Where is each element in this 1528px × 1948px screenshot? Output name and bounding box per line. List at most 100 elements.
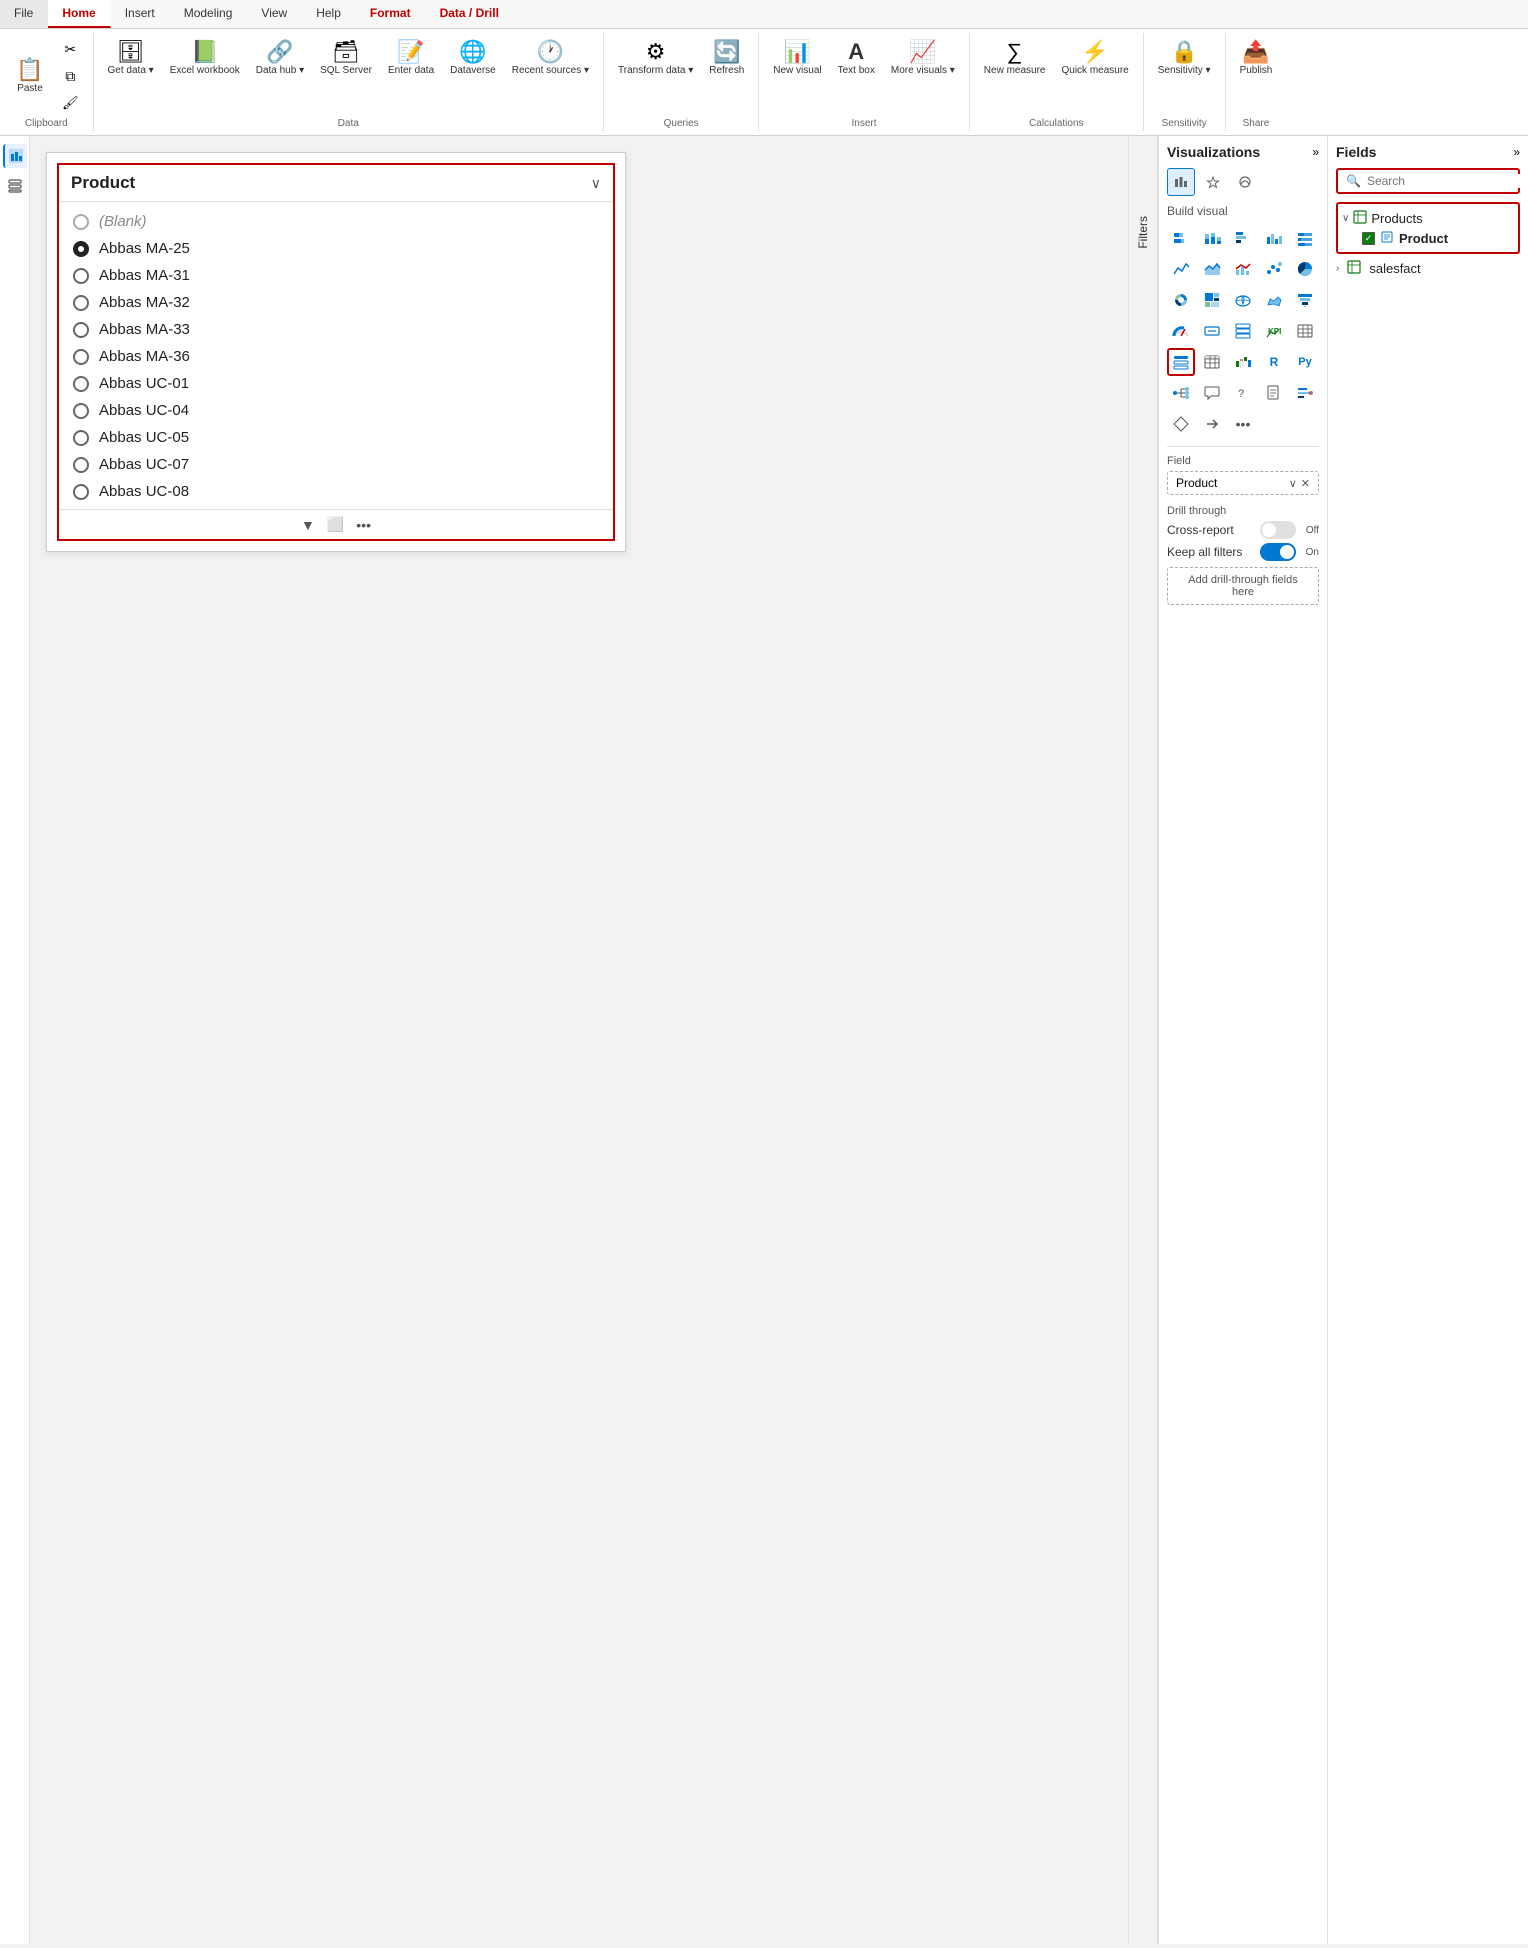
sidebar-item-data[interactable] (3, 174, 27, 198)
refresh-button[interactable]: 🔄 Refresh (703, 37, 750, 80)
slicer-title: Product (71, 173, 135, 193)
list-item[interactable]: Abbas UC-01 (59, 370, 613, 397)
copy-button[interactable]: ⧉ (56, 64, 85, 89)
tab-view[interactable]: View (247, 0, 302, 28)
list-item[interactable]: Abbas MA-33 (59, 316, 613, 343)
list-item[interactable]: Abbas UC-08 (59, 478, 613, 505)
viz-r-visual[interactable]: R (1260, 348, 1288, 376)
viz-bar-race[interactable] (1291, 379, 1319, 407)
viz-funnel[interactable] (1291, 286, 1319, 314)
list-item[interactable]: (Blank) (59, 208, 613, 235)
list-item[interactable]: Abbas MA-36 (59, 343, 613, 370)
sidebar-item-report[interactable] (3, 144, 27, 168)
viz-qa[interactable]: ? (1229, 379, 1257, 407)
field-chevron-icon[interactable]: ∨ (1289, 477, 1297, 490)
viz-treemap[interactable] (1198, 286, 1226, 314)
viz-card[interactable] (1198, 317, 1226, 345)
fields-item-product[interactable]: ✓ Product (1362, 229, 1514, 248)
viz-speech-bubble[interactable] (1198, 379, 1226, 407)
viz-kpi[interactable]: KPI (1260, 317, 1288, 345)
viz-tab-build[interactable] (1167, 168, 1195, 196)
list-item[interactable]: Abbas UC-04 (59, 397, 613, 424)
more-visuals-icon: 📈 (909, 41, 936, 63)
slicer-more-icon[interactable]: ••• (356, 517, 371, 533)
viz-donut[interactable] (1167, 286, 1195, 314)
paste-button[interactable]: 📋 Paste (8, 55, 52, 98)
get-data-button[interactable]: 🗄 Get data ▾ (102, 37, 160, 80)
text-box-button[interactable]: A Text box (832, 37, 881, 80)
viz-slicer[interactable] (1167, 348, 1195, 376)
keep-filters-toggle[interactable] (1260, 543, 1296, 561)
tab-home[interactable]: Home (48, 0, 110, 28)
field-clear-icon[interactable]: ✕ (1301, 477, 1310, 490)
viz-tab-format[interactable] (1199, 168, 1227, 196)
viz-area[interactable] (1198, 255, 1226, 283)
data-hub-button[interactable]: 🔗 Data hub ▾ (250, 37, 310, 80)
sql-server-button[interactable]: 🗃 SQL Server (314, 37, 378, 80)
list-item[interactable]: Abbas UC-07 (59, 451, 613, 478)
new-visual-button[interactable]: 📊 New visual (767, 37, 827, 80)
list-item[interactable]: Abbas MA-25 (59, 235, 613, 262)
viz-waterfall[interactable] (1229, 348, 1257, 376)
viz-cluster-col[interactable] (1260, 224, 1288, 252)
recent-sources-button[interactable]: 🕐 Recent sources ▾ (506, 37, 595, 80)
fields-group-products-header[interactable]: ∨ Products (1342, 208, 1514, 229)
publish-button[interactable]: 📤 Publish (1234, 37, 1279, 80)
tab-help[interactable]: Help (302, 0, 356, 28)
tab-format[interactable]: Format (356, 0, 426, 28)
tab-modeling[interactable]: Modeling (170, 0, 248, 28)
viz-tab-analytics[interactable] (1231, 168, 1259, 196)
viz-line-cluster[interactable] (1229, 255, 1257, 283)
products-expand-arrow: ∨ (1342, 213, 1349, 224)
viz-decomp-tree[interactable] (1167, 379, 1195, 407)
tab-file[interactable]: File (0, 0, 48, 28)
filters-label[interactable]: Filters (1136, 216, 1150, 249)
viz-table[interactable] (1291, 317, 1319, 345)
list-item[interactable]: Abbas UC-05 (59, 424, 613, 451)
viz-more[interactable]: ••• (1229, 410, 1257, 438)
list-item[interactable]: Abbas MA-31 (59, 262, 613, 289)
fields-search-box[interactable]: 🔍 (1336, 168, 1520, 194)
viz-py-visual[interactable]: Py (1291, 348, 1319, 376)
enter-data-button[interactable]: 📝 Enter data (382, 37, 440, 80)
fields-expand-icon[interactable]: » (1513, 145, 1520, 159)
cross-report-toggle[interactable] (1260, 521, 1296, 539)
product-checkbox[interactable]: ✓ (1362, 232, 1375, 245)
viz-gauge[interactable] (1167, 317, 1195, 345)
viz-diamond[interactable] (1167, 410, 1195, 438)
product-field-name: Product (1399, 231, 1448, 246)
viz-paginated[interactable] (1260, 379, 1288, 407)
viz-100bar[interactable] (1291, 224, 1319, 252)
tab-data-drill[interactable]: Data / Drill (426, 0, 514, 28)
excel-workbook-button[interactable]: 📗 Excel workbook (164, 37, 246, 80)
viz-stacked-bar[interactable] (1167, 224, 1195, 252)
format-painter-button[interactable]: 🖌 (56, 91, 85, 115)
transform-data-button[interactable]: ⚙ Transform data ▾ (612, 37, 699, 80)
dataverse-button[interactable]: 🌐 Dataverse (444, 37, 502, 80)
salesfact-group-header[interactable]: › salesfact (1336, 258, 1520, 279)
viz-stacked-col[interactable] (1198, 224, 1226, 252)
new-measure-button[interactable]: ∑ New measure (978, 37, 1052, 80)
field-dropdown[interactable]: Product ∨ ✕ (1167, 471, 1319, 495)
viz-map[interactable] (1229, 286, 1257, 314)
slicer-chevron-icon[interactable]: ∨ (591, 175, 601, 192)
viz-scatter[interactable] (1260, 255, 1288, 283)
slicer-expand-icon[interactable]: ⬜ (327, 516, 344, 533)
viz-matrix[interactable] (1198, 348, 1226, 376)
viz-pie[interactable] (1291, 255, 1319, 283)
slicer-filter-icon[interactable]: ▼ (301, 517, 315, 533)
tab-insert[interactable]: Insert (111, 0, 170, 28)
add-drill-through-field[interactable]: Add drill-through fields here (1167, 567, 1319, 605)
sensitivity-button[interactable]: 🔒 Sensitivity ▾ (1152, 37, 1217, 80)
quick-measure-button[interactable]: ⚡ Quick measure (1056, 37, 1135, 80)
viz-filled-map[interactable] (1260, 286, 1288, 314)
viz-line[interactable] (1167, 255, 1195, 283)
viz-cluster-bar[interactable] (1229, 224, 1257, 252)
viz-arrow-circle[interactable] (1198, 410, 1226, 438)
viz-expand-icon[interactable]: » (1312, 145, 1319, 159)
more-visuals-button[interactable]: 📈 More visuals ▾ (885, 37, 961, 80)
viz-multirow-card[interactable] (1229, 317, 1257, 345)
list-item[interactable]: Abbas MA-32 (59, 289, 613, 316)
cut-button[interactable]: ✂ (56, 37, 85, 62)
fields-search-input[interactable] (1367, 174, 1522, 188)
